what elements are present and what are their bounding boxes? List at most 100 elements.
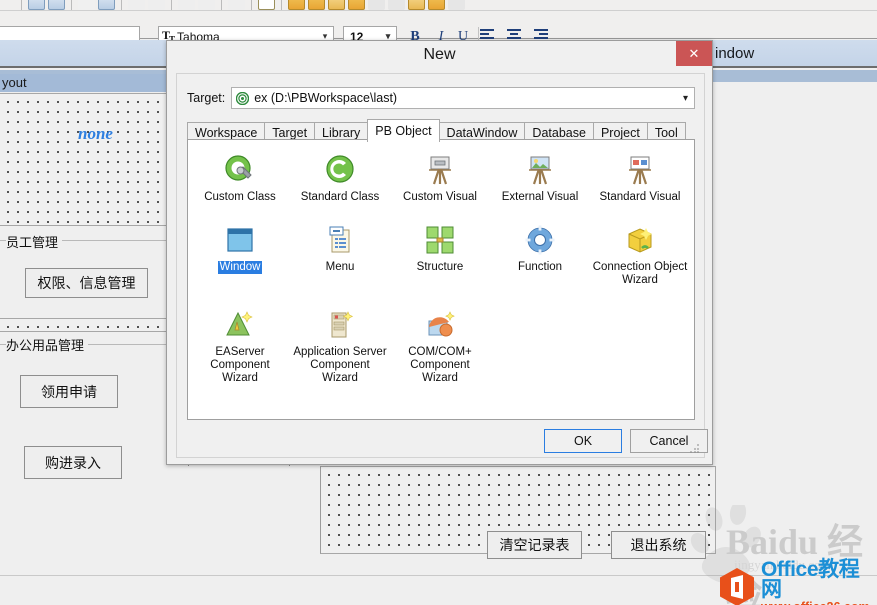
align-bar [480,29,494,31]
item-standard-class[interactable]: Standard Class [292,148,388,204]
button-purchase-entry[interactable]: 购进录入 [24,446,122,479]
office-logo: Office教程网 www.office26.com [718,558,877,605]
layout-tab-header[interactable]: yout [0,74,170,92]
resize-grip[interactable] [690,444,700,454]
target-label: Target: [187,91,226,105]
standard-visual-icon [624,154,656,186]
toolbar-icon-window[interactable] [258,0,275,10]
toolbar-icon-play[interactable] [148,0,165,10]
item-label: Standard Visual [599,191,681,203]
toolbar-separator [171,0,172,10]
item-label: Window [217,261,263,274]
design-canvas-mid[interactable] [0,318,170,332]
tab-label: Database [532,125,586,140]
office-logo-text: Office教程网 [761,558,860,601]
toolbar-icon-generic[interactable] [28,0,45,10]
mdi-window-title: indow [715,45,755,62]
canvas-gap-panel [171,466,320,554]
format-toolbar: TT Tahoma ▾ 12 ▾ B I U [0,11,877,47]
ok-button[interactable]: OK [544,429,622,453]
align-bar [507,29,521,31]
item-application-server-component-wizard[interactable]: Application Server Component Wizard [292,303,388,385]
toolbar-icon-play[interactable] [128,0,145,10]
toolbar-icon-generic[interactable] [48,0,65,10]
toolbar-icon-panel[interactable] [308,0,325,10]
toolbar-icon-step[interactable] [178,0,195,10]
toolbar-icon-generic[interactable] [98,0,115,10]
external-visual-icon [524,154,556,186]
item-standard-visual[interactable]: Standard Visual [592,148,688,204]
toolbar-separator [251,0,252,10]
item-custom-class[interactable]: Custom Class [192,148,288,204]
grid-row: EAServer Component Wizard Application Se… [188,303,694,385]
toolbar-icon-step[interactable] [198,0,215,10]
item-label: Connection Object Wizard [592,261,688,286]
item-label: Custom Class [204,191,276,203]
item-custom-visual[interactable]: Custom Visual [392,148,488,204]
item-label: EAServer Component Wizard [210,346,270,384]
button-permission-info-management[interactable]: 权限、信息管理 [25,268,148,298]
item-function[interactable]: Function [492,218,588,287]
standard-class-icon [324,154,356,186]
align-bar [534,29,548,31]
toolbar-icon-globe[interactable] [288,0,305,10]
none-placeholder-text: none [78,124,113,143]
toolbar-separator [21,0,22,10]
align-bar [510,33,518,35]
align-bar [480,37,494,39]
new-dialog: New ✕ Target: ex (D:\PBWorkspace\last) ▾… [166,40,713,465]
window-icon [224,224,256,256]
tab-label: DataWindow [446,125,518,140]
item-window[interactable]: Window [192,218,288,287]
screen-root: TT Tahoma ▾ 12 ▾ B I U indow yout none [0,0,877,605]
connection-object-icon [624,224,656,256]
toolbar-separator [281,0,282,10]
function-icon [524,224,556,256]
item-label: Custom Visual [403,191,477,203]
item-label: Menu [325,261,355,273]
com-component-icon [424,309,456,341]
toolbar-icon-folder-edit[interactable] [428,0,445,10]
tab-label: Workspace [195,125,258,140]
item-easerver-component-wizard[interactable]: EAServer Component Wizard [192,303,288,385]
item-label: Standard Class [300,191,380,203]
item-label: COM/COM+ Component Wizard [408,346,472,384]
item-structure[interactable]: Structure [392,218,488,287]
grid-empty-cell [492,303,588,385]
button-exit-system[interactable]: 退出系统 [611,531,706,559]
tab-pb-object[interactable]: PB Object [367,119,440,142]
custom-visual-icon [424,154,456,186]
dialog-title: New [423,46,456,63]
design-canvas-top[interactable] [0,93,170,226]
align-bar [507,37,521,39]
toolbar-separator [71,0,72,10]
structure-icon [424,224,456,256]
object-icon-pane[interactable]: Custom Class Standard Class Custom Visua… [187,139,695,420]
toolbar-icon-list[interactable] [328,0,345,10]
grid-empty-cell [592,303,688,385]
button-requisition-apply[interactable]: 领用申请 [20,375,118,408]
toolbar-icons-strip [0,0,877,11]
item-connection-object-wizard[interactable]: Connection Object Wizard [592,218,688,287]
toolbar-icon-row [18,0,465,10]
tab-label: Tool [654,125,678,140]
item-com-component-wizard[interactable]: COM/COM+ Component Wizard [392,303,488,385]
tab-label: Target [272,125,308,140]
item-menu[interactable]: Menu [292,218,388,287]
tab-label: PB Object [375,124,432,138]
app-server-component-icon [324,309,356,341]
button-clear-record-table[interactable]: 清空记录表 [487,531,582,559]
toolbar-icon-folder[interactable] [408,0,425,10]
custom-class-icon [224,154,256,186]
item-label: External Visual [501,191,579,203]
target-combo[interactable]: ex (D:\PBWorkspace\last) ▾ [231,87,695,109]
toolbar-icon-disabled [448,0,465,10]
toolbar-icon-chart[interactable] [348,0,365,10]
toolbar-icon-abc[interactable] [228,0,245,10]
item-label: Function [517,261,563,273]
toolbar-icon-generic[interactable] [78,0,95,10]
close-icon[interactable]: ✕ [676,41,712,66]
item-external-visual[interactable]: External Visual [492,148,588,204]
chevron-down-icon: ▾ [682,92,688,104]
menu-icon [324,224,356,256]
